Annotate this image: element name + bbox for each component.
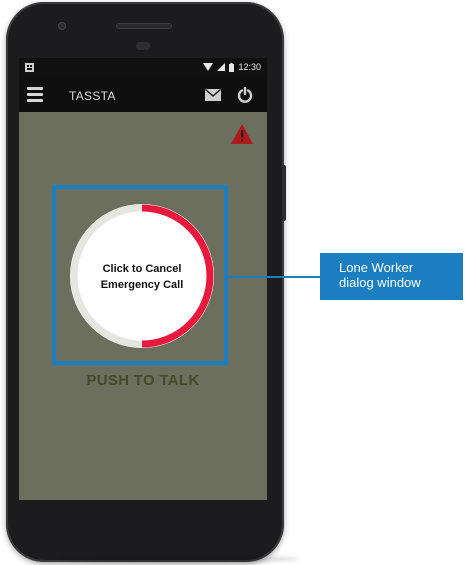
status-icons: 12:30 (203, 62, 261, 72)
earpiece-speaker (116, 23, 172, 29)
cancel-line-2: Emergency Call (100, 279, 184, 291)
front-camera (58, 22, 66, 30)
envelope-icon[interactable] (205, 89, 221, 101)
proximity-sensor (136, 42, 150, 50)
push-to-talk-label[interactable]: PUSH TO TALK (19, 372, 267, 389)
power-side-button (282, 165, 286, 221)
callout-connector-line (228, 276, 320, 278)
hamburger-menu-icon[interactable] (27, 87, 43, 102)
status-time: 12:30 (238, 62, 261, 72)
lone-worker-callout: Lone Worker dialog window (320, 253, 463, 300)
callout-line-2: dialog window (339, 275, 421, 290)
app-bar: TASSTA (19, 78, 267, 112)
signal-icon (217, 63, 226, 71)
warning-triangle-icon[interactable] (231, 124, 253, 144)
wifi-icon (203, 63, 214, 71)
app-title: TASSTA (69, 89, 116, 103)
callout-line-1: Lone Worker (339, 260, 414, 275)
battery-icon (229, 62, 235, 72)
phone-shadow (60, 556, 300, 562)
cancel-line-1: Click to Cancel (102, 263, 182, 275)
notification-icon (25, 63, 34, 72)
cancel-emergency-text[interactable]: Click to Cancel Emergency Call (66, 261, 218, 293)
power-icon[interactable] (237, 87, 253, 103)
status-bar: 12:30 (19, 58, 267, 78)
